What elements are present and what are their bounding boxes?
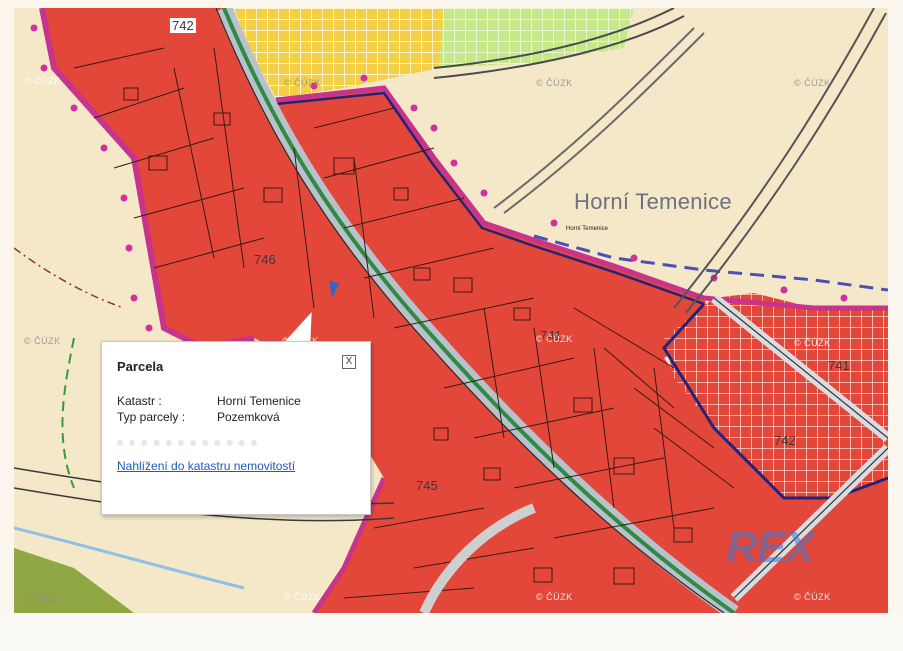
brand-watermark: REX	[726, 523, 814, 572]
redacted-row	[117, 428, 257, 446]
parcel-number: 742	[774, 433, 796, 448]
village-label: Horní Temenice	[574, 189, 732, 214]
cuzk-watermark: © ČÚZK	[794, 78, 831, 88]
parcel-type-label: Typ parcely :	[117, 410, 186, 424]
cuzk-watermark: © ČÚZK	[24, 76, 61, 86]
parcel-number: 742	[170, 18, 196, 33]
cuzk-watermark: © ČÚZK	[794, 338, 831, 348]
cadastre-link[interactable]: Nahlížení do katastru nemovitostí	[117, 459, 295, 473]
cuzk-watermark: © ČÚZK	[536, 78, 573, 88]
cuzk-watermark: © ČÚZK	[284, 592, 321, 602]
parcel-type-value: Pozemková	[217, 410, 280, 424]
parcel-popup: Parcela X Katastr : Horní Temenice Typ p…	[101, 341, 371, 515]
parcel-number: 745	[416, 478, 438, 493]
cuzk-watermark: © ČÚZK	[536, 334, 573, 344]
village-small-label: Horní Temenice	[566, 226, 608, 232]
cuzk-watermark: © ČÚZK	[536, 592, 573, 602]
close-icon[interactable]: X	[342, 355, 356, 369]
cuzk-watermark: © ČÚZK	[284, 78, 321, 88]
parcel-number: 741	[828, 358, 850, 373]
katastr-value: Horní Temenice	[217, 394, 301, 408]
cuzk-watermark: © ČÚZK	[24, 336, 61, 346]
cadastral-map[interactable]: Horní Temenice Horní Temenice 742 746 74…	[14, 8, 888, 613]
cuzk-watermark: © ČÚZK	[794, 592, 831, 602]
page-margin	[0, 613, 903, 651]
parcel-number: 746	[254, 252, 276, 267]
katastr-label: Katastr :	[117, 394, 162, 408]
popup-title: Parcela	[117, 359, 164, 374]
cuzk-watermark: © ČÚZK	[24, 594, 61, 604]
